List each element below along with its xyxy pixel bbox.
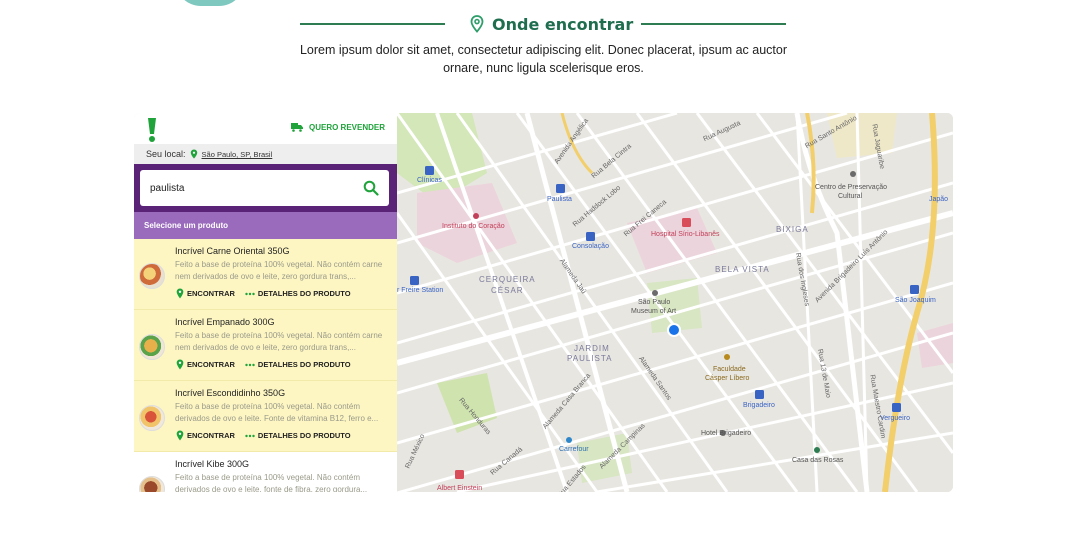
map-label: Casa das Rosas xyxy=(792,457,844,464)
product-thumbnail xyxy=(139,334,165,360)
product-description: Feito a base de proteína 100% vegetal. N… xyxy=(175,260,383,281)
map-pin-icon xyxy=(470,15,484,33)
map-pin-icon xyxy=(176,430,184,441)
subtitle-line-1: Lorem ipsum dolor sit amet, consectetur … xyxy=(299,43,788,57)
search-input[interactable] xyxy=(150,182,350,194)
find-button[interactable]: ENCONTRAR xyxy=(176,359,235,370)
map-label: PAULISTA xyxy=(567,354,613,363)
product-actions: ENCONTRAR DETALHES DO PRODUTO xyxy=(176,359,351,370)
resell-label: QUERO REVENDER xyxy=(308,122,385,132)
map-label: r Freire Station xyxy=(397,287,444,294)
map-label: JARDIM xyxy=(574,344,610,353)
search-box xyxy=(140,170,389,206)
map-label: CÉSAR xyxy=(491,286,524,295)
find-button[interactable]: ENCONTRAR xyxy=(176,430,235,441)
more-dots-icon xyxy=(245,434,255,437)
product-actions: ENCONTRAR DETALHES DO PRODUTO xyxy=(176,430,351,441)
map-view[interactable]: Clínicas Paulista Consolação Instituto d… xyxy=(397,113,953,492)
section-subtitle: Lorem ipsum dolor sit amet, consectetur … xyxy=(290,41,797,77)
details-label: DETALHES DO PRODUTO xyxy=(257,360,351,369)
location-label: Seu local: xyxy=(146,149,186,159)
details-button[interactable]: DETALHES DO PRODUTO xyxy=(245,430,351,441)
details-label: DETALHES DO PRODUTO xyxy=(257,431,351,440)
map-label: Hotel Brigadeiro xyxy=(701,430,752,437)
find-label: ENCONTRAR xyxy=(187,431,235,440)
search-area xyxy=(134,164,397,212)
locator-panel: QUERO REVENDER Seu local: São Paulo, SP,… xyxy=(134,113,397,492)
map-label: Museum of Art xyxy=(631,308,677,315)
more-dots-icon xyxy=(245,363,255,366)
map-label: Consolação xyxy=(572,243,609,250)
divider-right xyxy=(641,23,786,25)
find-label: ENCONTRAR xyxy=(187,360,235,369)
details-label: DETALHES DO PRODUTO xyxy=(257,289,351,298)
search-icon[interactable] xyxy=(363,180,379,196)
details-button[interactable]: DETALHES DO PRODUTO xyxy=(245,359,351,370)
select-product-bar: Selecione um produto xyxy=(134,212,397,239)
resell-button[interactable]: QUERO REVENDER xyxy=(290,122,385,132)
product-name: Incrível Carne Oriental 350G xyxy=(175,246,290,256)
product-name: Incrível Kibe 300G xyxy=(175,459,250,469)
map-label: São Joaquim xyxy=(895,297,936,304)
divider-left xyxy=(300,23,445,25)
map-label: São Paulo xyxy=(638,299,671,306)
product-description: Feito a base de proteína 100% vegetal. N… xyxy=(175,331,383,352)
details-button[interactable]: DETALHES DO PRODUTO xyxy=(245,288,351,299)
map-label: Japão xyxy=(929,196,949,203)
map-label: Albert Einstein xyxy=(437,485,483,492)
list-item[interactable]: Incrível Empanado 300G Feito a base de p… xyxy=(134,310,397,381)
product-actions: ENCONTRAR DETALHES DO PRODUTO xyxy=(176,288,351,299)
product-name: Incrível Empanado 300G xyxy=(175,317,275,327)
list-item[interactable]: Incrível Kibe 300G Feito a base de prote… xyxy=(134,452,397,492)
map-label: Carrefour xyxy=(559,446,589,453)
list-item[interactable]: Incrível Carne Oriental 350G Feito a bas… xyxy=(134,239,397,310)
find-label: ENCONTRAR xyxy=(187,289,235,298)
map-canvas xyxy=(397,113,953,492)
map-label: Hospital Sírio-Libanês xyxy=(651,231,720,238)
map-label: Vergueiro xyxy=(880,415,910,422)
page-title: Onde encontrar xyxy=(492,14,634,34)
map-label: Paulista xyxy=(547,196,572,203)
map-label: Faculdade xyxy=(713,366,746,373)
section-title: Onde encontrar xyxy=(470,12,633,36)
select-product-label: Selecione um produto xyxy=(144,221,229,230)
truck-icon xyxy=(290,123,303,132)
location-pin-icon xyxy=(190,149,197,159)
location-bar: Seu local: São Paulo, SP, Brasil xyxy=(134,144,397,164)
map-label: CERQUEIRA xyxy=(479,275,536,284)
map-label: Cásper Líbero xyxy=(705,375,750,382)
product-thumbnail xyxy=(139,405,165,431)
subtitle-line-2: ornare, nunc ligula scelerisque eros. xyxy=(443,61,644,75)
section-header: Onde encontrar xyxy=(0,12,1087,36)
more-dots-icon xyxy=(245,292,255,295)
map-pin-icon xyxy=(176,359,184,370)
map-label: Centro de Preservação xyxy=(815,184,887,191)
find-button[interactable]: ENCONTRAR xyxy=(176,288,235,299)
location-link[interactable]: São Paulo, SP, Brasil xyxy=(202,150,273,159)
decorative-blob xyxy=(175,0,245,6)
product-list: Incrível Carne Oriental 350G Feito a bas… xyxy=(134,239,397,492)
product-name: Incrível Escondidinho 350G xyxy=(175,388,286,398)
map-label: BIXIGA xyxy=(776,225,809,234)
product-description: Feito a base de proteína 100% vegetal. N… xyxy=(175,402,379,423)
map-label: Brigadeiro xyxy=(743,402,775,409)
product-thumbnail xyxy=(139,263,165,289)
list-item[interactable]: Incrível Escondidinho 350G Feito a base … xyxy=(134,381,397,452)
map-label: Clínicas xyxy=(417,177,442,184)
map-pin-icon xyxy=(176,288,184,299)
product-description: Feito a base de proteína 100% vegetal. N… xyxy=(175,473,368,492)
map-label: Instituto do Coração xyxy=(442,223,505,230)
map-label: BELA VISTA xyxy=(715,265,770,274)
product-thumbnail xyxy=(139,476,165,492)
store-locator: QUERO REVENDER Seu local: São Paulo, SP,… xyxy=(134,113,953,492)
map-label: Cultural xyxy=(838,193,863,200)
